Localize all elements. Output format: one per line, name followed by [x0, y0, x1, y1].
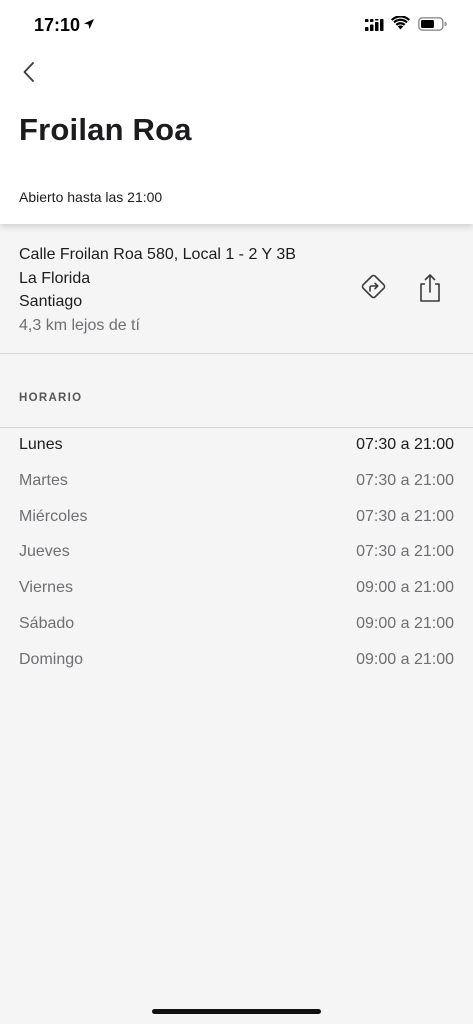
distance-text: 4,3 km lejos de tí: [19, 316, 140, 334]
hours-day: Miércoles: [19, 507, 88, 525]
hours-time: 09:00 a 21:00: [356, 579, 454, 597]
hours-day: Lunes: [19, 436, 63, 453]
open-status-text: Abierto hasta las 21:00: [19, 189, 163, 205]
share-icon: [420, 274, 440, 302]
hours-time: 07:30 a 21:00: [356, 543, 454, 561]
hours-day: Viernes: [19, 579, 73, 597]
status-bar: 17:10: [0, 0, 473, 50]
hours-row: Domingo 09:00 a 21:00: [0, 643, 473, 679]
wifi-icon: [391, 15, 410, 35]
status-time: 17:10: [34, 15, 81, 35]
hours-time: 07:30 a 21:00: [356, 436, 454, 453]
hours-row: Jueves 07:30 a 21:00: [0, 535, 473, 571]
hours-day: Martes: [19, 471, 68, 489]
address-district: La Florida: [19, 269, 91, 287]
signal-icon: [365, 18, 385, 36]
hours-row: Viernes 09:00 a 21:00: [0, 571, 473, 607]
hours-time: 07:30 a 21:00: [356, 471, 454, 489]
divider: [0, 353, 473, 354]
address-city: Santiago: [19, 293, 83, 310]
address-block: Calle Froilan Roa 580, Local 1 - 2 Y 3B …: [19, 243, 349, 337]
hours-time: 09:00 a 21:00: [356, 650, 454, 668]
section-title-schedule: HORARIO: [19, 392, 83, 404]
hours-row: Martes 07:30 a 21:00: [0, 464, 473, 500]
hours-row: Sábado 09:00 a 21:00: [0, 607, 473, 643]
hours-day: Sábado: [19, 614, 75, 632]
hours-row: Miércoles 07:30 a 21:00: [0, 500, 473, 536]
hours-time: 07:30 a 21:00: [356, 507, 454, 525]
address-street: Calle Froilan Roa 580, Local 1 - 2 Y 3B: [19, 246, 296, 263]
hours-row: Lunes 07:30 a 21:00: [0, 428, 473, 464]
hours-day: Jueves: [19, 543, 70, 561]
hours-list: Lunes 07:30 a 21:00 Martes 07:30 a 21:00…: [0, 428, 473, 679]
page-title: Froilan Roa: [19, 112, 192, 147]
directions-icon: [361, 274, 386, 299]
hours-day: Domingo: [19, 650, 84, 668]
header-card: 17:10 Froilan Roa Abierto hasta las 21:0…: [0, 0, 473, 224]
directions-button[interactable]: [356, 273, 392, 305]
chevron-left-icon: [23, 62, 34, 82]
hours-time: 09:00 a 21:00: [356, 614, 454, 632]
share-button[interactable]: [412, 271, 448, 305]
location-arrow-icon: [83, 17, 95, 35]
battery-icon: [418, 17, 448, 36]
home-indicator[interactable]: [152, 1009, 321, 1014]
back-button[interactable]: [14, 56, 48, 88]
